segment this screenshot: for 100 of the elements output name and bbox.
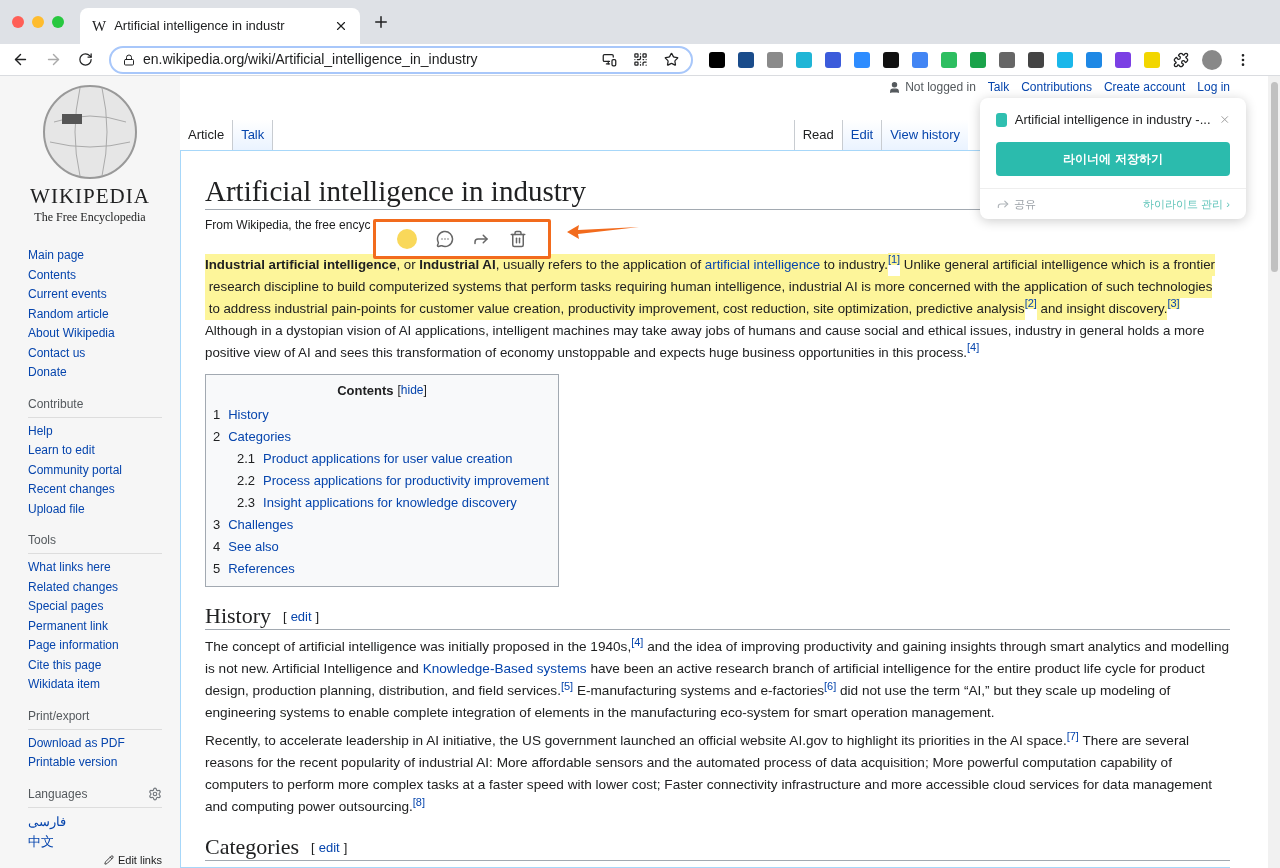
sidebar-link[interactable]: Page information bbox=[28, 636, 162, 656]
sidebar-link[interactable]: Donate bbox=[28, 363, 162, 383]
toc-link[interactable]: 5 References bbox=[213, 558, 551, 580]
sidebar-heading: Print/export bbox=[28, 706, 162, 730]
sidebar-link[interactable]: Current events bbox=[28, 285, 162, 305]
trash-icon[interactable] bbox=[508, 229, 527, 248]
user-icon bbox=[888, 80, 902, 94]
tab-title: Artificial intelligence in industr bbox=[114, 17, 286, 36]
toc-link[interactable]: 4 See also bbox=[213, 536, 551, 558]
sidebar-link[interactable]: What links here bbox=[28, 558, 162, 578]
pencil-icon bbox=[103, 854, 114, 865]
scrollbar[interactable] bbox=[1268, 76, 1280, 868]
language-link[interactable]: فارسی bbox=[28, 811, 162, 832]
sidebar-link[interactable]: Cite this page bbox=[28, 655, 162, 675]
sidebar-link[interactable]: Special pages bbox=[28, 597, 162, 617]
lock-icon bbox=[123, 53, 135, 66]
highlighted-text: to address industrial pain-points for customer value creation, productivity improvement, cost reduction, site optimization, predictive analysis bbox=[205, 297, 1025, 320]
sidebar-link[interactable]: About Wikipedia bbox=[28, 324, 162, 344]
sidebar-link[interactable]: Contact us bbox=[28, 343, 162, 363]
reload-icon[interactable] bbox=[78, 52, 93, 67]
toc-link[interactable]: 2.2 Process applications for productivity improvement bbox=[213, 470, 551, 492]
sidebar-link[interactable]: Related changes bbox=[28, 577, 162, 597]
view-tab[interactable]: View history bbox=[881, 119, 968, 150]
qr-code-icon[interactable] bbox=[633, 52, 648, 67]
article-link[interactable]: artificial intelligence bbox=[704, 253, 821, 276]
page-subtitle: From Wikipedia, the free encyc bbox=[205, 216, 371, 234]
bracket: [ bbox=[283, 607, 287, 626]
bracket: ] bbox=[315, 607, 320, 626]
personal-link[interactable]: Talk bbox=[987, 78, 1010, 96]
sidebar-link[interactable]: Help bbox=[28, 421, 162, 441]
section-heading: Categories bbox=[205, 834, 300, 860]
article-link[interactable]: Knowledge-Based systems bbox=[422, 661, 587, 676]
bracket: ] bbox=[423, 382, 427, 397]
footnote-link[interactable]: [4] bbox=[967, 341, 980, 353]
bracket: ] bbox=[343, 838, 348, 857]
footnote-link[interactable]: [8] bbox=[412, 795, 426, 808]
edit-section-link[interactable]: edit bbox=[290, 606, 312, 626]
extension-icon[interactable] bbox=[709, 51, 725, 68]
browser-tab[interactable]: W Artificial intelligence in industr bbox=[80, 8, 360, 44]
view-tab[interactable]: Edit bbox=[841, 119, 882, 150]
wikipedia-tagline: The Free Encyclopedia bbox=[34, 209, 146, 226]
sidebar-link[interactable]: Permanent link bbox=[28, 616, 162, 636]
personal-link[interactable]: Log in bbox=[1197, 78, 1230, 96]
extensions-puzzle-icon[interactable] bbox=[1173, 51, 1189, 68]
toc-link[interactable]: 3 Challenges bbox=[213, 514, 551, 536]
paragraph: The concept of artificial intelligence was initially proposed in the 1940s,$^{[4]}$ and the idea of improving productivity and gaining insights through smart analytics and modelling is not new. Artificial Intelligence and Knowledge-Based systems have been an active research branch of artificial intelligence for the entire product life cycle for product design, production planning, distribution, and field services.$^{[5]}$ E-manufacturing systems and e-factories$^{[6]}$ did not use the term “AI,” but they scale up modeling of engineering systems to enable complete integration of elements in the manufacturing eco-system for smart operation management. bbox=[205, 636, 1230, 722]
section-heading: History bbox=[205, 603, 271, 629]
namespace-tab[interactable]: Talk bbox=[233, 119, 274, 150]
new-tab-icon[interactable] bbox=[372, 13, 390, 31]
sidebar-link[interactable]: Upload file bbox=[28, 499, 162, 519]
edit-links-link[interactable]: Edit links bbox=[28, 851, 162, 868]
toc-link[interactable]: 2.3 Insight applications for knowledge discovery bbox=[213, 492, 551, 514]
personal-link[interactable]: Contributions bbox=[1021, 78, 1092, 96]
footnote-link[interactable]: [6] bbox=[824, 679, 837, 692]
toc-link[interactable]: 2.1 Product applications for user value creation bbox=[213, 448, 551, 470]
highlighted-text: and insight discovery. bbox=[1036, 297, 1168, 320]
sidebar-link[interactable]: Random article bbox=[28, 304, 162, 324]
sidebar-link[interactable]: Download as PDF bbox=[28, 733, 162, 753]
extension-icon[interactable] bbox=[883, 51, 899, 68]
sidebar-heading: Tools bbox=[28, 531, 162, 554]
bracket: [ bbox=[311, 838, 315, 857]
sidebar-link[interactable]: Recent changes bbox=[28, 480, 162, 500]
personal-link[interactable]: Create account bbox=[1103, 78, 1186, 96]
sidebar-link[interactable]: Learn to edit bbox=[28, 441, 162, 461]
highlighted-text: research discipline to build computerized systems that perform tasks requiring human intelligence, industrial AI is more concerned with the application of such technologies bbox=[205, 275, 1213, 298]
sidebar-link[interactable]: Main page bbox=[28, 246, 162, 266]
back-icon[interactable] bbox=[12, 51, 29, 68]
intro-paragraph: Industrial artificial intelligence, or Industrial AI, usually refers to the application of artificial intelligence to industry.$^{[1]}$ Unlike general artificial intelligence which is a frontier research discipline to build computerized systems that perform tasks requiring human intelligence, industrial AI is more concerned with the application of such technologies to address industrial pain-points for customer value creation, productivity improvement, cost reduction, site optimization, predictive analysis$^{[2]}$ and insight discovery.$^{[3]}$ Although in a dystopian vision of AI applications, intelligent machines may take away jobs of humans and cause social and ethical issues, industry in general holds a more positive view of AI and sees this transformation of economy unstoppable and expects huge business opportunities in this process.$^{[4]}$ bbox=[205, 253, 1216, 362]
highlighted-text: Unlike general artificial intelligence which is a frontier bbox=[900, 253, 1215, 276]
sidebar-link[interactable]: Community portal bbox=[28, 460, 162, 480]
wikipedia-wordmark: WIKIPEDIA bbox=[30, 184, 150, 208]
footnote-link[interactable]: [4] bbox=[631, 635, 644, 648]
sidebar-link[interactable]: Wikidata item bbox=[28, 675, 162, 695]
close-icon[interactable] bbox=[334, 19, 348, 33]
language-link[interactable]: 中文 bbox=[28, 831, 162, 852]
url-text: en.wikipedia.org/wiki/Artificial_intelligence_in_industry bbox=[143, 50, 479, 69]
extension-icon[interactable] bbox=[738, 51, 754, 68]
sidebar-link[interactable]: Printable version bbox=[28, 753, 162, 773]
favicon: W bbox=[92, 16, 107, 36]
popup-title: Artificial intelligence in industry -... bbox=[1014, 111, 1211, 129]
avatar-icon[interactable] bbox=[1202, 49, 1222, 70]
bookmark-star-icon[interactable] bbox=[664, 52, 679, 67]
sidebar-heading: Languages bbox=[28, 785, 88, 803]
sidebar-link[interactable]: Contents bbox=[28, 265, 162, 285]
toc-link[interactable]: 1 History bbox=[213, 404, 551, 426]
extension-icon[interactable] bbox=[1028, 51, 1044, 68]
highlighted-text: , usually refers to the application of bbox=[495, 253, 705, 276]
paragraph: Recently, to accelerate leadership in AI initiative, the US government launched an official website AI.gov to highlight its priorities in the AI space.$^{[7]}$ There are several reasons for the recent popularity of industrial AI: More affordable sensors and the automated process of data acquisition; More powerful computation capability of computers to perform more complex tasks at a faster speed with lower cost; Faster connectivity infrastructure and more accessible cloud services for data management and computing power outsourcing.$^{[8]}$ bbox=[205, 730, 1214, 816]
footnote-link[interactable]: [7] bbox=[1066, 729, 1079, 742]
sidebar-heading: Contribute bbox=[28, 394, 162, 418]
edit-section-link[interactable]: edit bbox=[318, 837, 340, 857]
footnote-link[interactable]: [3] bbox=[1167, 297, 1180, 309]
comment-icon[interactable] bbox=[435, 229, 454, 248]
address-bar[interactable]: en.wikipedia.org/wiki/Artificial_intelligence_in_industry bbox=[109, 45, 693, 74]
user-status: Not logged in bbox=[905, 79, 976, 96]
highlighted-text: to industry. bbox=[820, 253, 888, 276]
settings-icon[interactable] bbox=[148, 786, 162, 801]
toc-link[interactable]: 2 Categories bbox=[213, 426, 551, 448]
footnote-link[interactable]: [5] bbox=[560, 679, 574, 692]
device-icon[interactable] bbox=[602, 52, 617, 67]
